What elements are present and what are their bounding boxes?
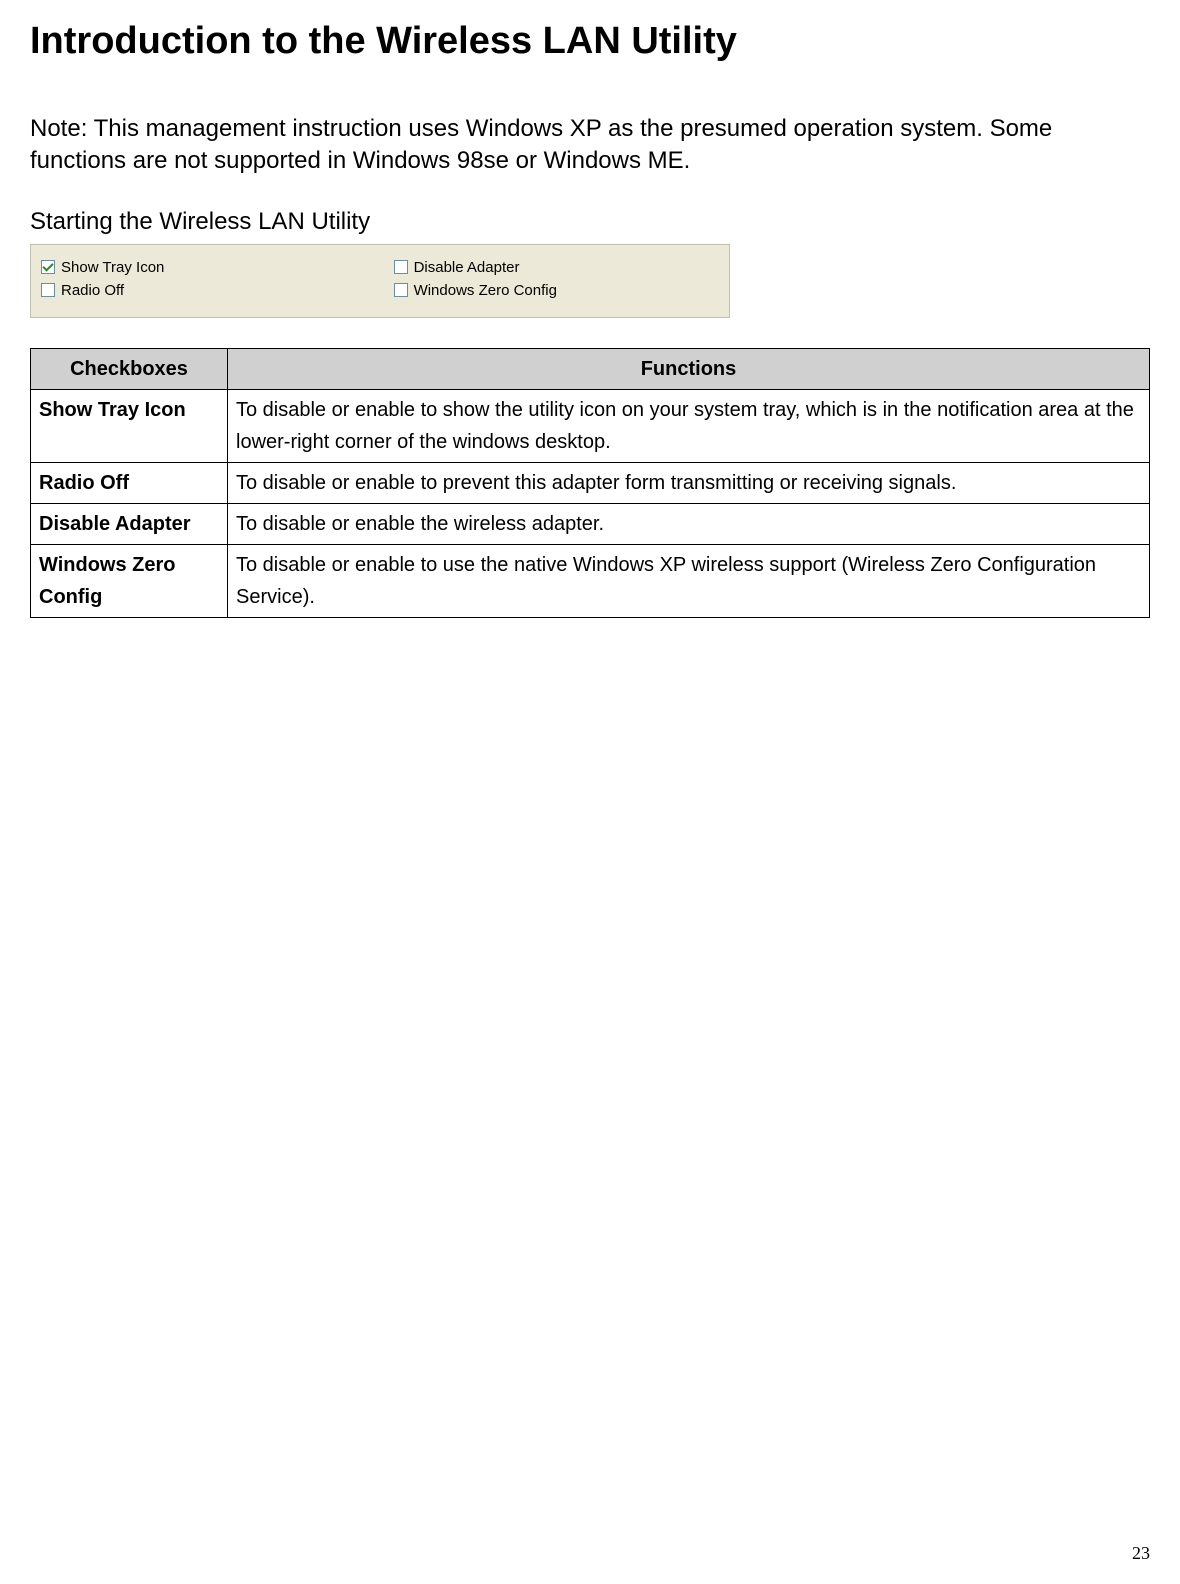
- checkbox-radio-off[interactable]: Radio Off: [41, 282, 366, 299]
- row-name: Disable Adapter: [31, 503, 228, 544]
- page-number: 23: [1132, 1543, 1150, 1564]
- checkbox-icon: [41, 260, 55, 274]
- col-header-functions: Functions: [228, 348, 1150, 389]
- row-name: Show Tray Icon: [31, 389, 228, 462]
- note-text: Note: This management instruction uses W…: [30, 113, 1150, 178]
- page-title: Introduction to the Wireless LAN Utility: [30, 20, 1150, 63]
- checkbox-icon: [394, 283, 408, 297]
- table-row: Show Tray Icon To disable or enable to s…: [31, 389, 1150, 462]
- row-desc: To disable or enable to use the native W…: [228, 544, 1150, 617]
- row-desc: To disable or enable to prevent this ada…: [228, 462, 1150, 503]
- subheading: Starting the Wireless LAN Utility: [30, 208, 1150, 236]
- row-name: Radio Off: [31, 462, 228, 503]
- checkbox-disable-adapter[interactable]: Disable Adapter: [394, 259, 719, 276]
- row-desc: To disable or enable the wireless adapte…: [228, 503, 1150, 544]
- table-row: Disable Adapter To disable or enable the…: [31, 503, 1150, 544]
- checkbox-panel: Show Tray Icon Disable Adapter Radio Off…: [30, 244, 730, 318]
- row-desc: To disable or enable to show the utility…: [228, 389, 1150, 462]
- checkbox-icon: [394, 260, 408, 274]
- checkbox-label: Windows Zero Config: [414, 282, 557, 299]
- checkbox-icon: [41, 283, 55, 297]
- row-name: Windows Zero Config: [31, 544, 228, 617]
- checkbox-label: Disable Adapter: [414, 259, 520, 276]
- checkbox-label: Radio Off: [61, 282, 124, 299]
- checkbox-windows-zero-config[interactable]: Windows Zero Config: [394, 282, 719, 299]
- checkbox-label: Show Tray Icon: [61, 259, 164, 276]
- checkbox-show-tray-icon[interactable]: Show Tray Icon: [41, 259, 366, 276]
- functions-table: Checkboxes Functions Show Tray Icon To d…: [30, 348, 1150, 618]
- col-header-checkboxes: Checkboxes: [31, 348, 228, 389]
- table-row: Windows Zero Config To disable or enable…: [31, 544, 1150, 617]
- table-row: Radio Off To disable or enable to preven…: [31, 462, 1150, 503]
